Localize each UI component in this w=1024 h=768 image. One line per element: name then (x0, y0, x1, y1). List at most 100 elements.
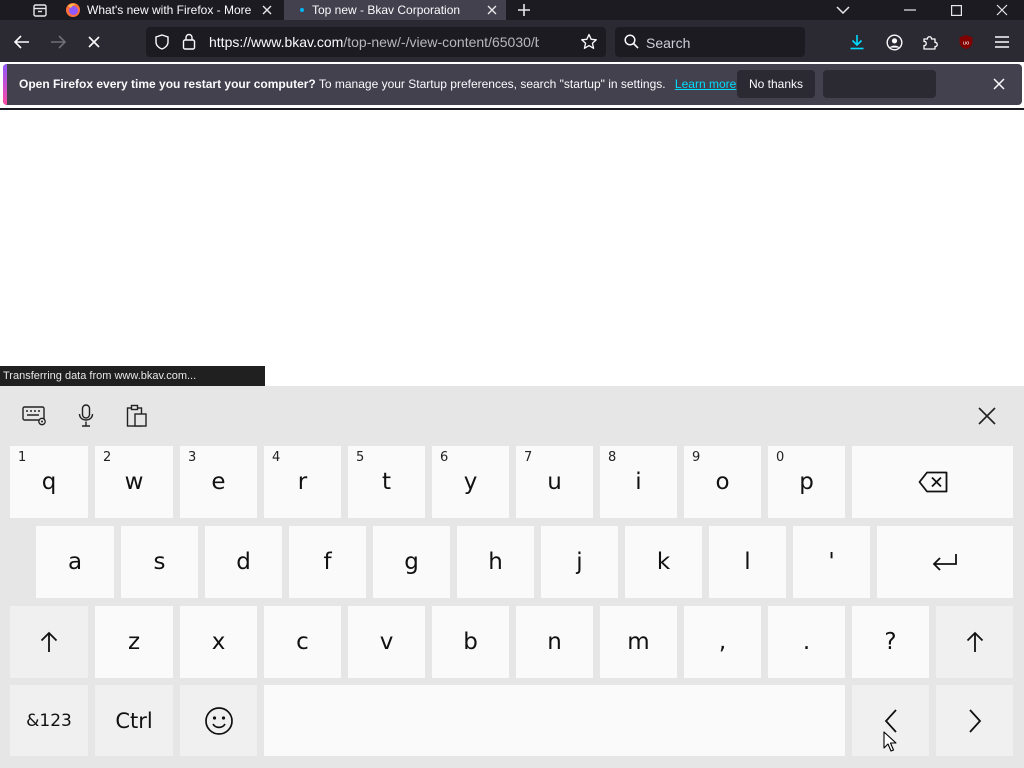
maximize-window-icon[interactable] (933, 0, 979, 20)
tab-title: What's new with Firefox - More (87, 3, 252, 17)
left-shift-key[interactable] (10, 606, 88, 678)
key-p[interactable]: 0p (768, 446, 845, 518)
padlock-icon[interactable] (182, 33, 196, 55)
key-x[interactable]: x (180, 606, 257, 678)
key-label: y (463, 468, 478, 495)
key-hint: 4 (272, 450, 281, 465)
touch-keyboard: 1q 2w 3e 4r 5t 6y 7u 8i 9o 0p a s d f g … (0, 386, 1024, 768)
key-hint: 8 (608, 450, 617, 465)
key-hint: 3 (188, 450, 197, 465)
key-h[interactable]: h (457, 526, 534, 598)
downloads-icon[interactable] (843, 28, 871, 56)
key-a[interactable]: a (36, 526, 114, 598)
list-all-tabs-icon[interactable] (830, 0, 856, 20)
minimize-window-icon[interactable] (887, 0, 933, 20)
firefox-view-icon[interactable] (28, 0, 52, 20)
url-text[interactable]: https://www.bkav.com/top-new/-/view-cont… (209, 34, 539, 50)
key-r[interactable]: 4r (264, 446, 341, 518)
key-q[interactable]: 1q (10, 446, 88, 518)
backspace-key[interactable] (852, 446, 1013, 518)
tab-whats-new[interactable]: What's new with Firefox - More (57, 0, 281, 20)
tab-bkav[interactable]: Top new - Bkav Corporation (284, 0, 506, 20)
mouse-cursor-icon (883, 731, 897, 753)
back-button[interactable] (8, 28, 36, 56)
key-label: j (576, 548, 583, 575)
symbols-key[interactable]: &123 (10, 685, 88, 756)
ctrl-key[interactable]: Ctrl (95, 685, 173, 756)
key-label: h (488, 548, 503, 575)
key-label: r (297, 468, 308, 495)
key-t[interactable]: 5t (348, 446, 425, 518)
key-z[interactable]: z (95, 606, 173, 678)
key-label: a (67, 548, 83, 575)
cursor-right-key[interactable] (936, 685, 1013, 756)
key-b[interactable]: b (432, 606, 509, 678)
microphone-icon[interactable] (72, 402, 100, 430)
key-c[interactable]: c (264, 606, 341, 678)
key-i[interactable]: 8i (600, 446, 677, 518)
no-thanks-button[interactable]: No thanks (737, 70, 815, 98)
key-v[interactable]: v (348, 606, 425, 678)
svg-text:uo: uo (963, 41, 970, 47)
notification-primary-button[interactable] (823, 70, 936, 98)
key-s[interactable]: s (121, 526, 198, 598)
close-notification-icon[interactable] (987, 72, 1011, 96)
key-label: s (153, 548, 166, 575)
key-label: e (211, 468, 226, 495)
key-label: k (656, 548, 671, 575)
learn-more-link[interactable]: Learn more (675, 77, 736, 91)
key-comma[interactable]: , (684, 606, 761, 678)
key-l[interactable]: l (709, 526, 786, 598)
smiley-icon (204, 706, 233, 735)
key-label: c (296, 628, 309, 655)
extensions-puzzle-icon[interactable] (916, 28, 944, 56)
key-hint: 0 (776, 450, 785, 465)
emoji-key[interactable] (180, 685, 257, 756)
key-k[interactable]: k (625, 526, 702, 598)
key-label: n (547, 628, 562, 655)
hamburger-menu-icon[interactable] (988, 28, 1016, 56)
key-period[interactable]: . (768, 606, 845, 678)
space-bar[interactable] (264, 685, 845, 756)
key-n[interactable]: n (516, 606, 593, 678)
key-f[interactable]: f (289, 526, 366, 598)
ublock-origin-icon[interactable]: uo (952, 28, 980, 56)
key-question[interactable]: ? (852, 606, 929, 678)
enter-key[interactable] (877, 526, 1013, 598)
loading-dot-icon (300, 8, 304, 12)
key-label: i (635, 468, 642, 495)
key-o[interactable]: 9o (684, 446, 761, 518)
close-window-icon[interactable] (979, 0, 1024, 20)
search-bar[interactable]: Search (615, 27, 805, 57)
close-keyboard-icon[interactable] (973, 402, 1001, 430)
key-d[interactable]: d (205, 526, 282, 598)
key-j[interactable]: j (541, 526, 618, 598)
key-u[interactable]: 7u (516, 446, 593, 518)
url-bar[interactable]: https://www.bkav.com/top-new/-/view-cont… (146, 27, 606, 57)
key-label: g (404, 548, 419, 575)
key-y[interactable]: 6y (432, 446, 509, 518)
key-label: t (381, 468, 392, 495)
stop-loading-button[interactable] (80, 28, 108, 56)
right-shift-key[interactable] (936, 606, 1013, 678)
tracking-protection-shield-icon[interactable] (154, 34, 170, 55)
account-icon[interactable] (880, 28, 908, 56)
key-apostrophe[interactable]: ' (793, 526, 870, 598)
status-panel: Transferring data from www.bkav.com... (0, 366, 265, 386)
key-hint: 5 (356, 450, 365, 465)
key-g[interactable]: g (373, 526, 450, 598)
close-tab-icon[interactable] (484, 2, 500, 18)
key-label: z (127, 628, 141, 655)
key-e[interactable]: 3e (180, 446, 257, 518)
key-m[interactable]: m (600, 606, 677, 678)
key-label: f (323, 548, 332, 575)
key-w[interactable]: 2w (95, 446, 173, 518)
notification-message: Open Firefox every time you restart your… (19, 77, 736, 91)
new-tab-icon[interactable] (512, 0, 536, 20)
clipboard-icon[interactable] (123, 402, 151, 430)
key-hint: 6 (440, 450, 449, 465)
keyboard-settings-icon[interactable] (21, 402, 49, 430)
close-tab-icon[interactable] (259, 2, 275, 18)
bookmark-star-icon[interactable] (580, 33, 598, 56)
key-label: p (799, 468, 814, 495)
